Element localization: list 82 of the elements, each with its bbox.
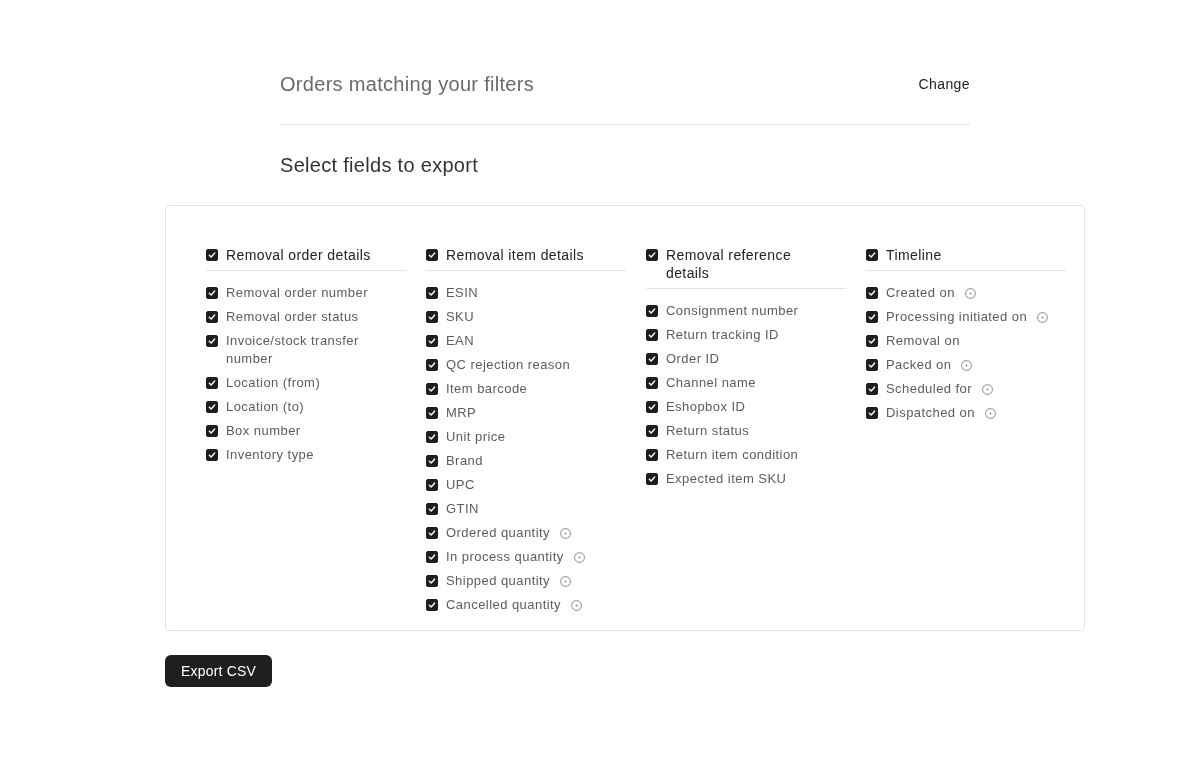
group-label: Timeline: [886, 246, 942, 264]
field-label: Expected item SKU: [666, 470, 787, 488]
field-label: QC rejection reason: [446, 356, 571, 374]
field-checkbox[interactable]: [426, 455, 438, 467]
field-label: Eshopbox ID: [666, 398, 746, 416]
field-label: Invoice/stock transfer number: [226, 332, 360, 368]
field-checkbox[interactable]: [426, 407, 438, 419]
group-checkbox[interactable]: [646, 249, 658, 261]
field-checkbox[interactable]: [646, 473, 658, 485]
field-checkbox[interactable]: [426, 431, 438, 443]
field-label: GTIN: [446, 500, 479, 518]
group-checkbox[interactable]: [866, 249, 878, 261]
field-checkbox[interactable]: [646, 449, 658, 461]
field-checkbox[interactable]: [646, 377, 658, 389]
field-checkbox[interactable]: [646, 425, 658, 437]
field-label: EAN: [446, 332, 475, 350]
field-label: Order ID: [666, 350, 720, 368]
export-button[interactable]: Export CSV: [165, 655, 273, 687]
field-label: Scheduled for: [886, 380, 973, 398]
field-label: Dispatched on: [886, 404, 975, 422]
field-checkbox[interactable]: [206, 287, 218, 299]
field-checkbox[interactable]: [426, 503, 438, 515]
group-label: Removal reference details: [666, 246, 793, 282]
field-label: Created on: [886, 284, 955, 302]
field-label: Unit price: [446, 428, 506, 446]
field-label: UPC: [446, 476, 475, 494]
field-checkbox[interactable]: [426, 527, 438, 539]
field-label: Removal order number: [226, 284, 368, 302]
field-checkbox[interactable]: [426, 479, 438, 491]
field-label: In process quantity: [446, 548, 564, 566]
field-label: Packed on: [886, 356, 952, 374]
field-checkbox[interactable]: [866, 407, 878, 419]
field-checkbox[interactable]: [206, 335, 218, 347]
field-label: Consignment number: [666, 302, 799, 320]
change-link[interactable]: Change: [918, 74, 970, 94]
field-checkbox[interactable]: [866, 335, 878, 347]
field-label: SKU: [446, 308, 475, 326]
field-label: Location (to): [226, 398, 305, 416]
field-label: MRP: [446, 404, 477, 422]
field-checkbox[interactable]: [426, 311, 438, 323]
field-label: Cancelled quantity: [446, 596, 562, 614]
group-checkbox[interactable]: [426, 249, 438, 261]
field-checkbox[interactable]: [866, 383, 878, 395]
field-checkbox[interactable]: [206, 425, 218, 437]
field-checkbox[interactable]: [426, 383, 438, 395]
field-checkbox[interactable]: [866, 287, 878, 299]
field-label: Shipped quantity: [446, 572, 551, 590]
field-label: Processing initiated on: [886, 308, 1028, 326]
group-checkbox[interactable]: [206, 249, 218, 261]
field-checkbox[interactable]: [426, 551, 438, 563]
field-checkbox[interactable]: [426, 359, 438, 371]
field-label: Ordered quantity: [446, 524, 551, 542]
field-checkbox[interactable]: [426, 599, 438, 611]
field-checkbox[interactable]: [206, 449, 218, 461]
field-checkbox[interactable]: [646, 305, 658, 317]
field-checkbox[interactable]: [646, 353, 658, 365]
field-label: Item barcode: [446, 380, 528, 398]
group-label: Removal item details: [446, 246, 584, 264]
field-checkbox[interactable]: [206, 311, 218, 323]
section-title: Select fields to export: [280, 153, 480, 177]
field-label: Channel name: [666, 374, 756, 392]
field-label: Location (from): [226, 374, 321, 392]
field-label: Removal order status: [226, 308, 359, 326]
field-checkbox[interactable]: [426, 335, 438, 347]
field-checkbox[interactable]: [646, 329, 658, 341]
field-checkbox[interactable]: [866, 359, 878, 371]
field-checkbox[interactable]: [646, 401, 658, 413]
field-label: ESIN: [446, 284, 479, 302]
field-label: Return tracking ID: [666, 326, 779, 344]
field-label: Box number: [226, 422, 301, 440]
field-label: Return item condition: [666, 446, 799, 464]
field-checkbox[interactable]: [426, 287, 438, 299]
field-checkbox[interactable]: [426, 575, 438, 587]
group-label: Removal order details: [226, 246, 371, 264]
field-label: Return status: [666, 422, 750, 440]
field-label: Brand: [446, 452, 483, 470]
field-label: Removal on: [886, 332, 960, 350]
filters-title: Orders matching your filters: [280, 72, 535, 96]
field-checkbox[interactable]: [206, 401, 218, 413]
field-checkbox[interactable]: [206, 377, 218, 389]
field-label: Inventory type: [226, 446, 314, 464]
field-checkbox[interactable]: [866, 311, 878, 323]
